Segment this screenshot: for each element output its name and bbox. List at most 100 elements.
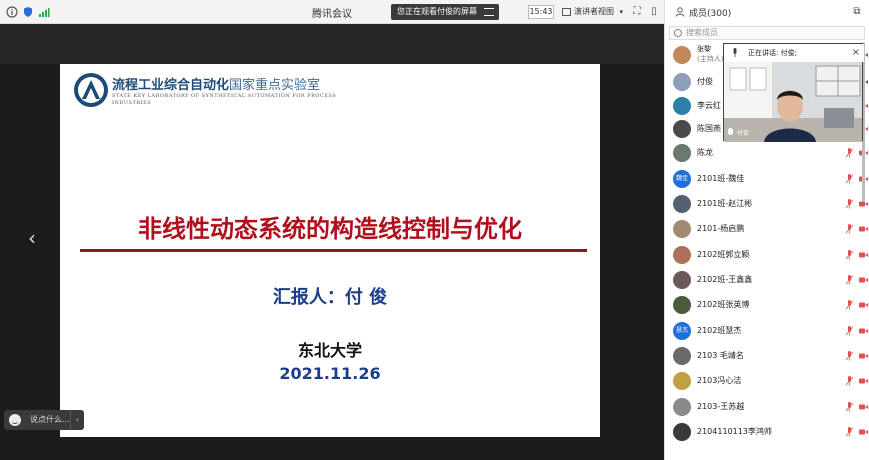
- speaking-indicator: 正在讲话: 付俊; ×: [724, 44, 864, 62]
- chevron-left-icon[interactable]: ‹: [28, 228, 42, 248]
- presentation-slide: 流程工业综合自动化国家重点实验室 STATE KEY LABORATORY OF…: [60, 64, 600, 437]
- mic-muted-icon[interactable]: [846, 174, 853, 184]
- avatar: [673, 271, 691, 289]
- chevron-down-icon: ▾: [619, 8, 624, 16]
- mic-muted-icon[interactable]: [846, 427, 853, 437]
- view-mode-dropdown[interactable]: 演讲者视图 ▾: [562, 5, 623, 19]
- lab-logo-icon: [74, 73, 108, 107]
- title-divider: [80, 249, 587, 252]
- member-role: (主持人): [697, 55, 724, 63]
- reporter-line: 汇报人：付 俊: [272, 287, 388, 308]
- mic-muted-icon[interactable]: [846, 148, 853, 158]
- avatar: [673, 423, 691, 441]
- sidebar-toggle-icon[interactable]: ▯: [648, 6, 660, 18]
- member-name: 2102班-王鑫鑫: [697, 275, 753, 284]
- lab-name-cn: 流程工业综合自动化国家重点实验室: [112, 74, 320, 93]
- camera-off-icon[interactable]: [859, 428, 868, 436]
- members-header: 成员(300) ⧉: [665, 0, 869, 24]
- member-name: 陈国燕: [697, 124, 721, 133]
- member-row[interactable]: 慧杰 2102班慧杰: [665, 320, 869, 344]
- member-name: 2102班郭立颖: [697, 250, 750, 259]
- avatar: [673, 97, 691, 115]
- avatar: 慧杰: [673, 322, 691, 340]
- camera-off-icon[interactable]: [859, 403, 868, 411]
- minimize-share-icon[interactable]: [484, 8, 494, 16]
- member-name: 2101-杨启鹏: [697, 224, 745, 233]
- member-name-block: 张黎 (主持人): [697, 44, 723, 64]
- member-name: 付俊: [697, 77, 713, 86]
- chat-placeholder: 说点什么...: [30, 415, 70, 424]
- emoji-icon[interactable]: [9, 414, 21, 426]
- member-row[interactable]: 陈龙: [665, 142, 869, 166]
- speaker-video-name: 付俊: [728, 128, 749, 137]
- mic-muted-icon[interactable]: [846, 326, 853, 336]
- member-row[interactable]: 魏佳 2101班-魏佳: [665, 168, 869, 192]
- mic-muted-icon[interactable]: [846, 376, 853, 386]
- mic-icon: [733, 48, 737, 57]
- avatar: [673, 73, 691, 91]
- popout-icon[interactable]: ⧉: [851, 6, 863, 18]
- mic-muted-icon[interactable]: [846, 250, 853, 260]
- avatar: [673, 144, 691, 162]
- mic-muted-icon[interactable]: [846, 351, 853, 361]
- lab-name-cn-suffix: 国家重点实验室: [229, 78, 321, 93]
- member-row[interactable]: 2102班张英博: [665, 294, 869, 318]
- chat-input[interactable]: 说点什么... ‹: [4, 410, 84, 430]
- member-name: 2102班张英博: [697, 300, 750, 309]
- camera-off-icon[interactable]: [859, 377, 868, 385]
- camera-off-icon[interactable]: [859, 251, 868, 259]
- meeting-title: 腾讯会议: [312, 9, 352, 20]
- university-name: 东北大学: [297, 341, 362, 360]
- signal-icon[interactable]: [38, 6, 50, 18]
- avatar: [673, 246, 691, 264]
- avatar: 魏佳: [673, 170, 691, 188]
- close-icon[interactable]: ×: [852, 44, 860, 62]
- mic-muted-icon[interactable]: [846, 275, 853, 285]
- screen-share-banner[interactable]: 您正在观看付俊的屏幕: [391, 4, 499, 20]
- mic-muted-icon[interactable]: [846, 199, 853, 209]
- member-row[interactable]: 2103 毛靖名: [665, 345, 869, 369]
- avatar: [673, 372, 691, 390]
- lab-name-en: STATE KEY LABORATORY OF SYNTHETICAL AUTO…: [112, 93, 337, 106]
- member-name: 2103冯心洁: [697, 376, 742, 385]
- member-row[interactable]: 2102班-王鑫鑫: [665, 269, 869, 293]
- members-count: 成员(300): [689, 9, 732, 19]
- members-icon: [675, 7, 685, 17]
- member-search-placeholder: 搜索成员: [686, 28, 718, 37]
- member-row[interactable]: 2103冯心洁: [665, 370, 869, 394]
- member-row[interactable]: 2104110113李鸿帅: [665, 421, 869, 445]
- mic-muted-icon[interactable]: [846, 402, 853, 412]
- speaker-video[interactable]: 正在讲话: 付俊; × 付俊: [723, 43, 864, 142]
- member-name: 陈龙: [697, 148, 713, 157]
- collapse-chat-icon[interactable]: ‹: [70, 410, 84, 430]
- member-name: 2102班慧杰: [697, 326, 742, 335]
- shared-screen-area: 流程工业综合自动化国家重点实验室 STATE KEY LABORATORY OF…: [0, 24, 664, 460]
- member-name: 张黎: [697, 45, 711, 53]
- member-name: 2101班-魏佳: [697, 174, 745, 183]
- camera-off-icon[interactable]: [859, 352, 868, 360]
- speaking-label: 正在讲话: 付俊;: [748, 49, 797, 57]
- camera-off-icon[interactable]: [859, 225, 868, 233]
- avatar: [673, 46, 691, 64]
- member-search-input[interactable]: 搜索成员: [669, 26, 865, 40]
- info-icon[interactable]: [6, 6, 18, 18]
- mic-muted-icon[interactable]: [846, 300, 853, 310]
- camera-off-icon[interactable]: [859, 276, 868, 284]
- member-row[interactable]: 2102班郭立颖: [665, 244, 869, 268]
- slide-title: 非线性动态系统的构造线控制与优化: [138, 215, 522, 243]
- camera-off-icon[interactable]: [859, 301, 868, 309]
- fullscreen-icon[interactable]: ⛶: [631, 6, 643, 18]
- screen-share-label: 您正在观看付俊的屏幕: [397, 7, 477, 16]
- camera-off-icon[interactable]: [859, 327, 868, 335]
- shield-icon[interactable]: [22, 6, 34, 18]
- member-row[interactable]: 2103-王苏越: [665, 396, 869, 420]
- member-row[interactable]: 2101-杨启鹏: [665, 218, 869, 242]
- member-name: 李云红: [697, 101, 721, 110]
- member-name: 2103 毛靖名: [697, 351, 744, 360]
- avatar: [673, 220, 691, 238]
- avatar: [673, 120, 691, 138]
- mic-muted-icon[interactable]: [846, 224, 853, 234]
- meeting-timer: 15:43: [528, 5, 554, 19]
- member-name: 2104110113李鸿帅: [697, 427, 772, 436]
- member-row[interactable]: 2101班-赵江彬: [665, 193, 869, 217]
